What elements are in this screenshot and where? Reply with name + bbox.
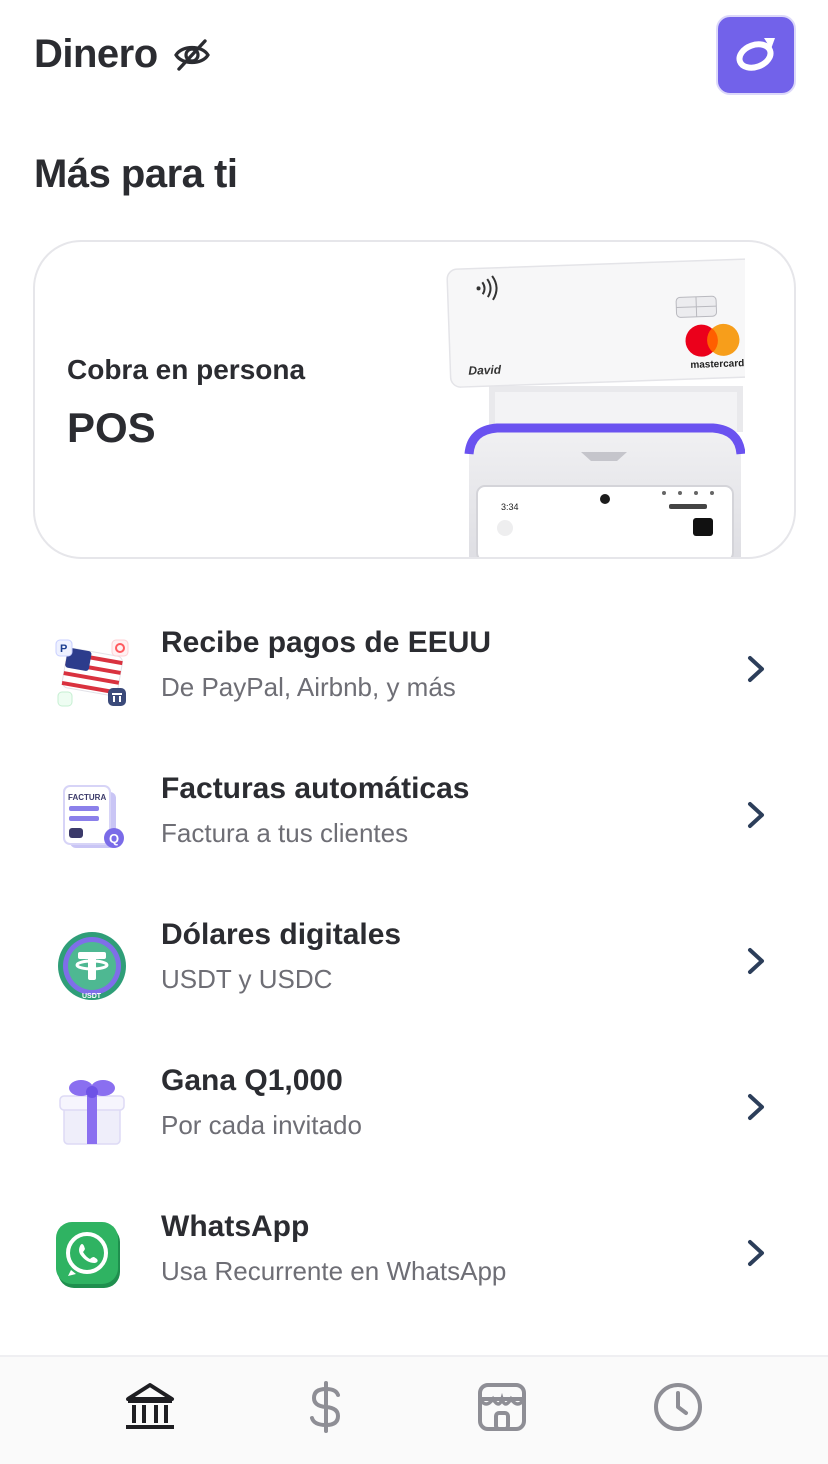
invoice-icon: FACTURA Q — [54, 782, 130, 858]
pos-terminal-illustration: 3:34 mastercard David — [405, 258, 768, 557]
list-item-digital-dollars[interactable]: USDT Dólares digitales USDT y USDC — [0, 888, 828, 1034]
dollar-icon — [298, 1381, 354, 1439]
nav-payments-button[interactable] — [298, 1379, 354, 1435]
chevron-right-icon — [744, 800, 768, 830]
header: Dinero — [0, 0, 828, 110]
chevron-right-icon — [744, 1238, 768, 1268]
pos-card-title: POS — [67, 404, 156, 451]
whatsapp-icon — [54, 1220, 130, 1296]
brand-logo-icon — [731, 28, 781, 83]
card-brand: mastercard — [690, 358, 744, 371]
invoice-icon-text: FACTURA — [68, 793, 106, 802]
clock-icon — [650, 1383, 706, 1439]
card-holder-name: David — [468, 363, 502, 378]
list-item-subtitle: Por cada invitado — [161, 1110, 362, 1140]
nav-home-button[interactable] — [122, 1379, 178, 1435]
terminal-time: 3:34 — [501, 502, 519, 512]
bottom-navigation — [0, 1355, 828, 1464]
svg-text:P: P — [60, 643, 67, 655]
title-group: Dinero — [34, 32, 212, 77]
pos-card-subtitle: Cobra en persona — [67, 354, 306, 385]
chevron-right-icon — [744, 1092, 768, 1122]
gift-icon — [54, 1074, 130, 1150]
list-item-title: Recibe pagos de EEUU — [161, 626, 492, 659]
list-item-subtitle: Usa Recurrente en WhatsApp — [161, 1256, 507, 1286]
list-item-invoices[interactable]: FACTURA Q Facturas automáticas Factura a… — [0, 742, 828, 888]
list-item-title: WhatsApp — [161, 1210, 310, 1243]
section-title: Más para ti — [34, 152, 238, 196]
money-screen: Dinero Más para ti Cobra en persona POS — [0, 0, 828, 1464]
bank-icon — [122, 1383, 178, 1439]
chevron-right-icon — [744, 946, 768, 976]
list-item-subtitle: De PayPal, Airbnb, y más — [161, 672, 456, 702]
list-item-subtitle: Factura a tus clientes — [161, 818, 409, 848]
list-item-title: Dólares digitales — [161, 918, 402, 951]
list-item-title: Facturas automáticas — [161, 772, 470, 805]
tether-coin-icon: USDT — [54, 928, 130, 1004]
list-item-us-payments[interactable]: P Recibe pagos de EEUU De PayPal, Airbnb… — [0, 596, 828, 742]
list-item-referral[interactable]: Gana Q1,000 Por cada invitado — [0, 1034, 828, 1180]
chevron-right-icon — [744, 654, 768, 684]
us-flag-payments-icon: P — [54, 636, 130, 712]
nav-history-button[interactable] — [650, 1379, 706, 1435]
page-title: Dinero — [34, 32, 158, 76]
pos-card[interactable]: Cobra en persona POS 3:34 mastercard Dav… — [33, 240, 796, 559]
nav-store-button[interactable] — [474, 1379, 530, 1435]
list-item-whatsapp[interactable]: WhatsApp Usa Recurrente en WhatsApp — [0, 1180, 828, 1326]
list-item-subtitle: USDT y USDC — [161, 964, 333, 994]
eye-off-icon[interactable] — [172, 35, 212, 75]
store-icon — [474, 1383, 530, 1439]
coin-label: USDT — [82, 993, 102, 1000]
options-list: P Recibe pagos de EEUU De PayPal, Airbnb… — [0, 596, 828, 1326]
list-item-title: Gana Q1,000 — [161, 1064, 343, 1097]
svg-text:Q: Q — [109, 831, 119, 846]
brand-logo-button[interactable] — [716, 15, 796, 95]
